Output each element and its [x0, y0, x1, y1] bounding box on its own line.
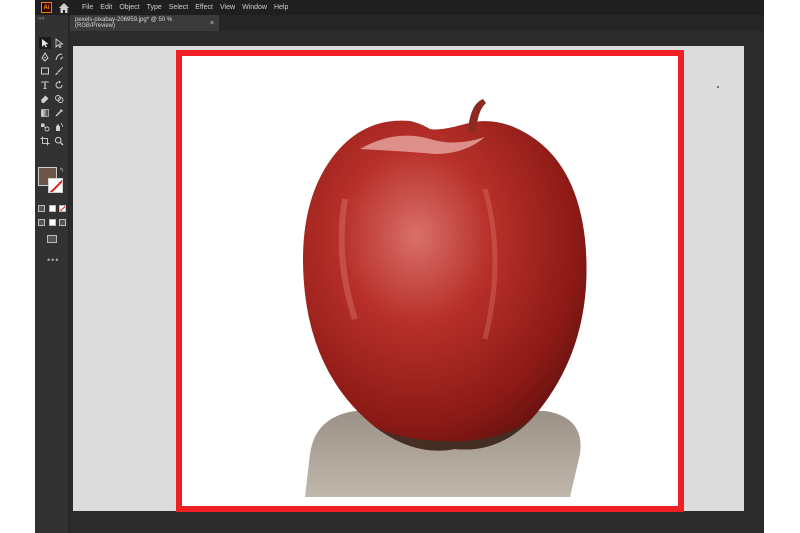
- menu-file[interactable]: File: [82, 4, 93, 11]
- shape-builder-tool-icon[interactable]: [53, 93, 65, 105]
- menu-window[interactable]: Window: [242, 4, 267, 11]
- illustrator-window: Ai File Edit Object Type Select Effect V…: [35, 0, 764, 533]
- selection-tool-icon[interactable]: [39, 37, 51, 49]
- canvas-dot: [717, 86, 719, 88]
- menu-bar: Ai File Edit Object Type Select Effect V…: [35, 0, 764, 15]
- eraser-tool-icon[interactable]: [39, 93, 51, 105]
- screen-mode-row: [38, 235, 66, 243]
- canvas-area[interactable]: [70, 31, 764, 533]
- pasteboard[interactable]: [73, 46, 744, 512]
- type-tool-icon[interactable]: [39, 79, 51, 91]
- menu-help[interactable]: Help: [274, 4, 288, 11]
- document-tab-title: pexels-pixabay-206959.jpg* @ 50 % (RGB/P…: [75, 17, 173, 29]
- gradient-tool-icon[interactable]: [39, 107, 51, 119]
- document-tab[interactable]: pexels-pixabay-206959.jpg* @ 50 % (RGB/P…: [70, 15, 219, 31]
- stroke-color-swatch[interactable]: [48, 178, 63, 193]
- gradient-mode-icon[interactable]: [48, 205, 56, 212]
- artboard-content: [185, 59, 675, 503]
- artboard[interactable]: [176, 50, 684, 512]
- rotate-tool-icon[interactable]: [53, 79, 65, 91]
- screen-mode-icon[interactable]: [47, 235, 57, 243]
- draw-mode-row: [38, 219, 66, 226]
- draw-behind-icon[interactable]: [48, 219, 56, 226]
- menu-object[interactable]: Object: [119, 4, 139, 11]
- apple-image[interactable]: [185, 59, 675, 503]
- tool-grid: [39, 37, 67, 149]
- draw-inside-icon[interactable]: [59, 219, 66, 226]
- curvature-tool-icon[interactable]: [53, 51, 65, 63]
- menu-items: File Edit Object Type Select Effect View…: [82, 4, 295, 11]
- menu-effect[interactable]: Effect: [195, 4, 213, 11]
- tools-panel: «« ↰ •••: [35, 15, 69, 533]
- fill-stroke-swatches: ↰: [38, 167, 66, 199]
- rectangle-tool-icon[interactable]: [39, 65, 51, 77]
- pen-tool-icon[interactable]: [39, 51, 51, 63]
- home-icon[interactable]: [58, 2, 70, 14]
- eyedropper-tool-icon[interactable]: [53, 107, 65, 119]
- symbol-sprayer-tool-icon[interactable]: [53, 121, 65, 133]
- menu-view[interactable]: View: [220, 4, 235, 11]
- close-tab-icon[interactable]: ×: [210, 20, 214, 27]
- zoom-tool-icon[interactable]: [53, 135, 65, 147]
- direct-selection-tool-icon[interactable]: [53, 37, 65, 49]
- blend-tool-icon[interactable]: [39, 121, 51, 133]
- menu-select[interactable]: Select: [169, 4, 188, 11]
- illustrator-logo: Ai: [41, 2, 52, 13]
- draw-normal-icon[interactable]: [38, 219, 45, 226]
- collapse-panel-icon[interactable]: ««: [38, 16, 45, 22]
- menu-edit[interactable]: Edit: [100, 4, 112, 11]
- swap-fill-stroke-icon[interactable]: ↰: [59, 167, 64, 174]
- document-tab-bar: pexels-pixabay-206959.jpg* @ 50 % (RGB/P…: [70, 15, 764, 31]
- color-mode-icon[interactable]: [38, 205, 45, 212]
- none-mode-icon[interactable]: [59, 205, 66, 212]
- artboard-tool-icon[interactable]: [39, 135, 51, 147]
- edit-toolbar-icon[interactable]: •••: [47, 255, 59, 265]
- color-mode-row: [38, 205, 66, 212]
- menu-type[interactable]: Type: [147, 4, 162, 11]
- paintbrush-tool-icon[interactable]: [53, 65, 65, 77]
